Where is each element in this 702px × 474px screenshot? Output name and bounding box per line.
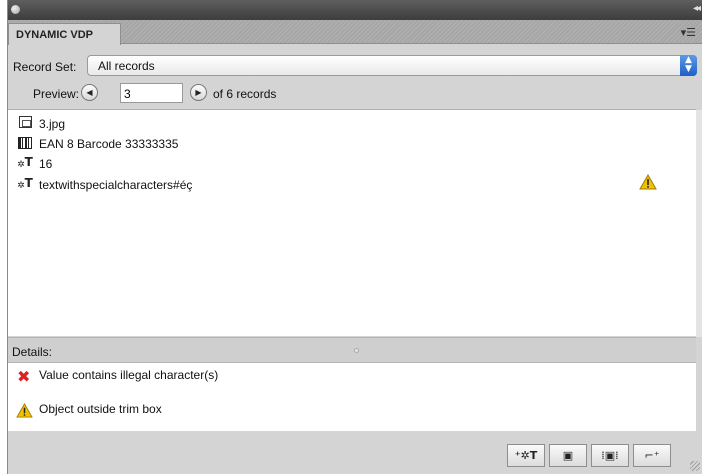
record-set-select[interactable]: All records ▲ ▼ <box>87 55 697 76</box>
list-item-label: 16 <box>39 157 53 171</box>
tab-strip: DYNAMIC VDP ▾☰ <box>8 20 702 45</box>
detail-message: ✖ Value contains illegal character(s) <box>8 365 696 387</box>
warning-icon <box>639 174 657 190</box>
image-icon <box>15 115 35 131</box>
list-item-label: 3.jpg <box>39 117 66 131</box>
detail-message-text: Object outside trim box <box>39 402 162 416</box>
barcode-icon <box>15 135 35 151</box>
details-label: Details: <box>12 345 53 359</box>
fit-frame-icon[interactable]: ⁞▣⁞ <box>591 444 629 467</box>
previous-record-button[interactable]: ◀ <box>81 84 98 101</box>
record-set-value: All records <box>98 59 155 73</box>
details-header: Details: <box>8 337 696 363</box>
variable-objects-list: 3.jpg EAN 8 Barcode 33333335 ✲T 16 ✲T te… <box>8 109 702 337</box>
list-item-label: textwithspecialcharacters#éç <box>39 178 193 192</box>
detail-message-text: Value contains illegal character(s) <box>39 368 219 382</box>
close-icon[interactable] <box>11 5 20 14</box>
panel-titlebar: ◂◂ <box>8 0 702 20</box>
panel-menu-icon[interactable]: ▾☰ <box>681 26 696 39</box>
list-item[interactable]: 3.jpg <box>8 113 696 133</box>
splitter-grip-icon[interactable] <box>354 348 359 353</box>
next-record-button[interactable]: ▶ <box>190 84 207 101</box>
add-frame-icon[interactable]: ⌐⁺ <box>633 444 671 467</box>
error-x-icon: ✖ <box>17 367 31 386</box>
add-variable-text-icon[interactable]: ⁺✲T <box>507 444 545 467</box>
resize-grip-icon[interactable] <box>690 461 700 471</box>
variable-text-icon: ✲T <box>17 155 33 170</box>
record-icon[interactable]: ▣ <box>549 444 587 467</box>
preview-label: Preview: <box>33 87 80 101</box>
list-item-label: EAN 8 Barcode 33333335 <box>39 137 179 151</box>
record-count-label: of 6 records <box>213 87 277 101</box>
list-scrollbar[interactable] <box>696 110 702 337</box>
bottom-toolbar: ⁺✲T ▣ ⁞▣⁞ ⌐⁺ <box>8 431 702 474</box>
detail-message: Object outside trim box <box>8 399 696 421</box>
details-list: ✖ Value contains illegal character(s) Ob… <box>8 363 696 431</box>
list-item[interactable]: ✲T 16 <box>8 153 696 173</box>
variable-text-icon: ✲T <box>17 176 33 191</box>
warning-icon <box>16 403 33 418</box>
select-arrows-icon: ▲ ▼ <box>680 55 697 76</box>
tab-dynamic-vdp[interactable]: DYNAMIC VDP <box>8 23 121 45</box>
list-item[interactable]: EAN 8 Barcode 33333335 <box>8 133 696 153</box>
collapse-icon[interactable]: ◂◂ <box>693 3 701 14</box>
record-number-input[interactable] <box>120 83 183 103</box>
list-item[interactable]: ✲T textwithspecialcharacters#éç <box>8 174 696 194</box>
record-set-label: Record Set: <box>13 60 77 74</box>
dynamic-vdp-panel: ◂◂ DYNAMIC VDP ▾☰ Record Set: All record… <box>7 0 702 474</box>
